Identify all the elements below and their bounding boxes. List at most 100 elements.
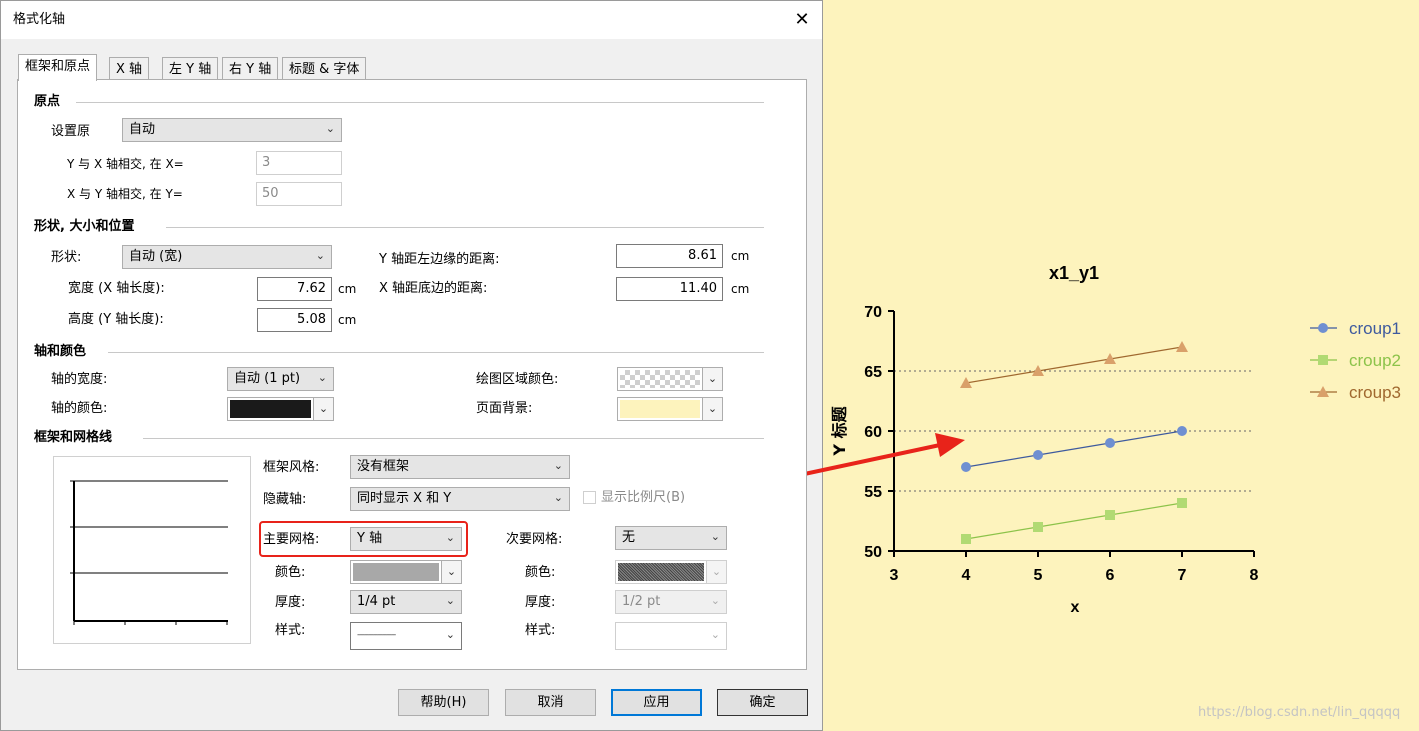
section-frame-grid-title: 框架和网格线: [34, 430, 113, 445]
axis-color-swatch: [230, 400, 311, 418]
series-line: [965, 502, 1183, 540]
minor-thickness-select[interactable]: 1/2 pt ⌄: [615, 590, 727, 614]
minor-grid-select[interactable]: 无 ⌄: [615, 526, 727, 550]
divider: [143, 438, 764, 439]
y-tick-label: 70: [864, 304, 882, 321]
close-button[interactable]: ✕: [788, 7, 816, 33]
tab-frame-origin[interactable]: 框架和原点: [18, 54, 98, 81]
x-bottom-field[interactable]: 11.40: [616, 277, 723, 301]
tab-x-axis[interactable]: X 轴: [109, 57, 150, 80]
chevron-down-icon: ⌄: [445, 628, 455, 641]
page-bg-color-picker[interactable]: ⌄: [617, 397, 723, 421]
data-point: [1177, 426, 1187, 436]
x-tick-label: 4: [962, 567, 971, 584]
legend-marker: [1318, 355, 1328, 365]
watermark: https://blog.csdn.net/lin_qqqqq: [1198, 705, 1401, 720]
tab-titles-fonts[interactable]: 标题 & 字体: [282, 57, 367, 80]
chevron-down-icon: ⌄: [315, 249, 325, 262]
minor-style-label: 样式:: [525, 623, 556, 638]
minor-style-select[interactable]: ⌄: [615, 622, 727, 650]
section-origin-title: 原点: [34, 94, 61, 109]
show-scale-checkbox[interactable]: [583, 491, 596, 504]
shape-label: 形状:: [51, 250, 82, 265]
grid-preview-graphic: [70, 480, 228, 625]
y-cross-field[interactable]: 3: [256, 151, 342, 175]
x-tick-label: 7: [1178, 567, 1187, 584]
x-axis-title: x: [1071, 599, 1080, 616]
line-chart: 50 55 60 65 70 3 4 5 6 7 8 croup1 croup2 croup3 x1_y…: [830, 263, 1401, 616]
plot-area-color-label: 绘图区域颜色:: [476, 372, 559, 387]
apply-button[interactable]: 应用: [611, 689, 702, 716]
width-field[interactable]: 7.62: [257, 277, 332, 301]
axis-thickness-value: 自动 (1 pt): [234, 371, 301, 386]
height-label: 高度 (Y 轴长度):: [68, 312, 164, 327]
series-line: [965, 430, 1183, 468]
minor-grid-label: 次要网格:: [506, 532, 563, 547]
chevron-down-icon: ⌄: [706, 561, 726, 583]
shape-select[interactable]: 自动 (宽) ⌄: [122, 245, 332, 269]
data-point: [1033, 450, 1043, 460]
show-scale-label: 显示比例尺(B): [601, 490, 686, 505]
chevron-down-icon: ⌄: [710, 530, 720, 543]
height-field[interactable]: 5.08: [257, 308, 332, 332]
y-tick-label: 55: [864, 484, 882, 501]
data-point: [1177, 498, 1187, 508]
x-tick-label: 5: [1034, 567, 1043, 584]
x-cross-label: X 与 Y 轴相交, 在 Y=: [67, 187, 183, 201]
width-label: 宽度 (X 轴长度):: [68, 281, 165, 296]
y-tick-label: 50: [864, 544, 882, 561]
major-color-label: 颜色:: [275, 565, 306, 580]
y-left-label: Y 轴距左边缘的距离:: [379, 252, 500, 267]
divider: [76, 102, 764, 103]
section-axis-color-title: 轴和颜色: [34, 344, 87, 359]
x-tick-label: 8: [1250, 567, 1259, 584]
y-axis-title: Y 标题: [830, 405, 849, 456]
y-left-field[interactable]: 8.61: [616, 244, 723, 268]
minor-grid-color-picker[interactable]: ⌄: [615, 560, 727, 584]
format-axis-dialog: 格式化轴 ✕ 框架和原点 X 轴 左 Y 轴 右 Y 轴 标题 & 字体 原点 …: [0, 0, 823, 731]
ok-button[interactable]: 确定: [717, 689, 808, 716]
tab-panel: 原点 设置原 自动 ⌄ Y 与 X 轴相交, 在 X= 3 X 与 Y 轴相交,…: [17, 79, 807, 670]
data-point: [961, 462, 971, 472]
minor-color-label: 颜色:: [525, 565, 556, 580]
page-bg-label: 页面背景:: [476, 401, 533, 416]
plot-area-color-picker[interactable]: ⌄: [617, 367, 723, 391]
minor-thickness-label: 厚度:: [525, 595, 556, 610]
axis-thickness-select[interactable]: 自动 (1 pt) ⌄: [227, 367, 334, 391]
axis-color-label: 轴的颜色:: [51, 401, 108, 416]
cancel-button[interactable]: 取消: [505, 689, 596, 716]
chevron-down-icon: ⌄: [710, 628, 720, 641]
set-origin-label: 设置原: [51, 124, 91, 139]
major-thickness-select[interactable]: 1/4 pt ⌄: [350, 590, 462, 614]
tab-right-y-axis[interactable]: 右 Y 轴: [222, 57, 279, 80]
divider: [108, 352, 764, 353]
y-tick-label: 65: [864, 364, 882, 381]
major-style-select[interactable]: ----------------- ⌄: [350, 622, 462, 650]
major-grid-color-swatch: [353, 563, 439, 581]
x-bottom-unit: cm: [731, 282, 750, 296]
set-origin-select[interactable]: 自动 ⌄: [122, 118, 342, 142]
minor-grid-color-swatch: [618, 563, 704, 581]
major-grid-color-picker[interactable]: ⌄: [350, 560, 462, 584]
chevron-down-icon: ⌄: [702, 368, 722, 390]
set-origin-value: 自动: [129, 122, 156, 137]
hide-axes-select[interactable]: 同时显示 X 和 Y ⌄: [350, 487, 570, 511]
tab-left-y-axis[interactable]: 左 Y 轴: [162, 57, 219, 80]
chevron-down-icon: ⌄: [553, 459, 563, 472]
frame-style-select[interactable]: 没有框架 ⌄: [350, 455, 570, 479]
series-line: [965, 346, 1183, 384]
data-point: [1033, 522, 1043, 532]
highlight-box: [259, 521, 468, 557]
y-cross-label: Y 与 X 轴相交, 在 X=: [67, 157, 184, 171]
legend-label: croup1: [1349, 319, 1401, 338]
data-point: [1105, 510, 1115, 520]
axis-color-picker[interactable]: ⌄: [227, 397, 334, 421]
x-bottom-label: X 轴距底边的距离:: [379, 281, 488, 296]
chart-title: x1_y1: [1049, 263, 1099, 283]
hide-axes-value: 同时显示 X 和 Y: [357, 491, 452, 506]
help-button[interactable]: 帮助(H): [398, 689, 489, 716]
x-tick-label: 3: [890, 567, 899, 584]
page-bg-swatch: [620, 400, 700, 418]
x-cross-field[interactable]: 50: [256, 182, 342, 206]
height-unit: cm: [338, 313, 357, 327]
